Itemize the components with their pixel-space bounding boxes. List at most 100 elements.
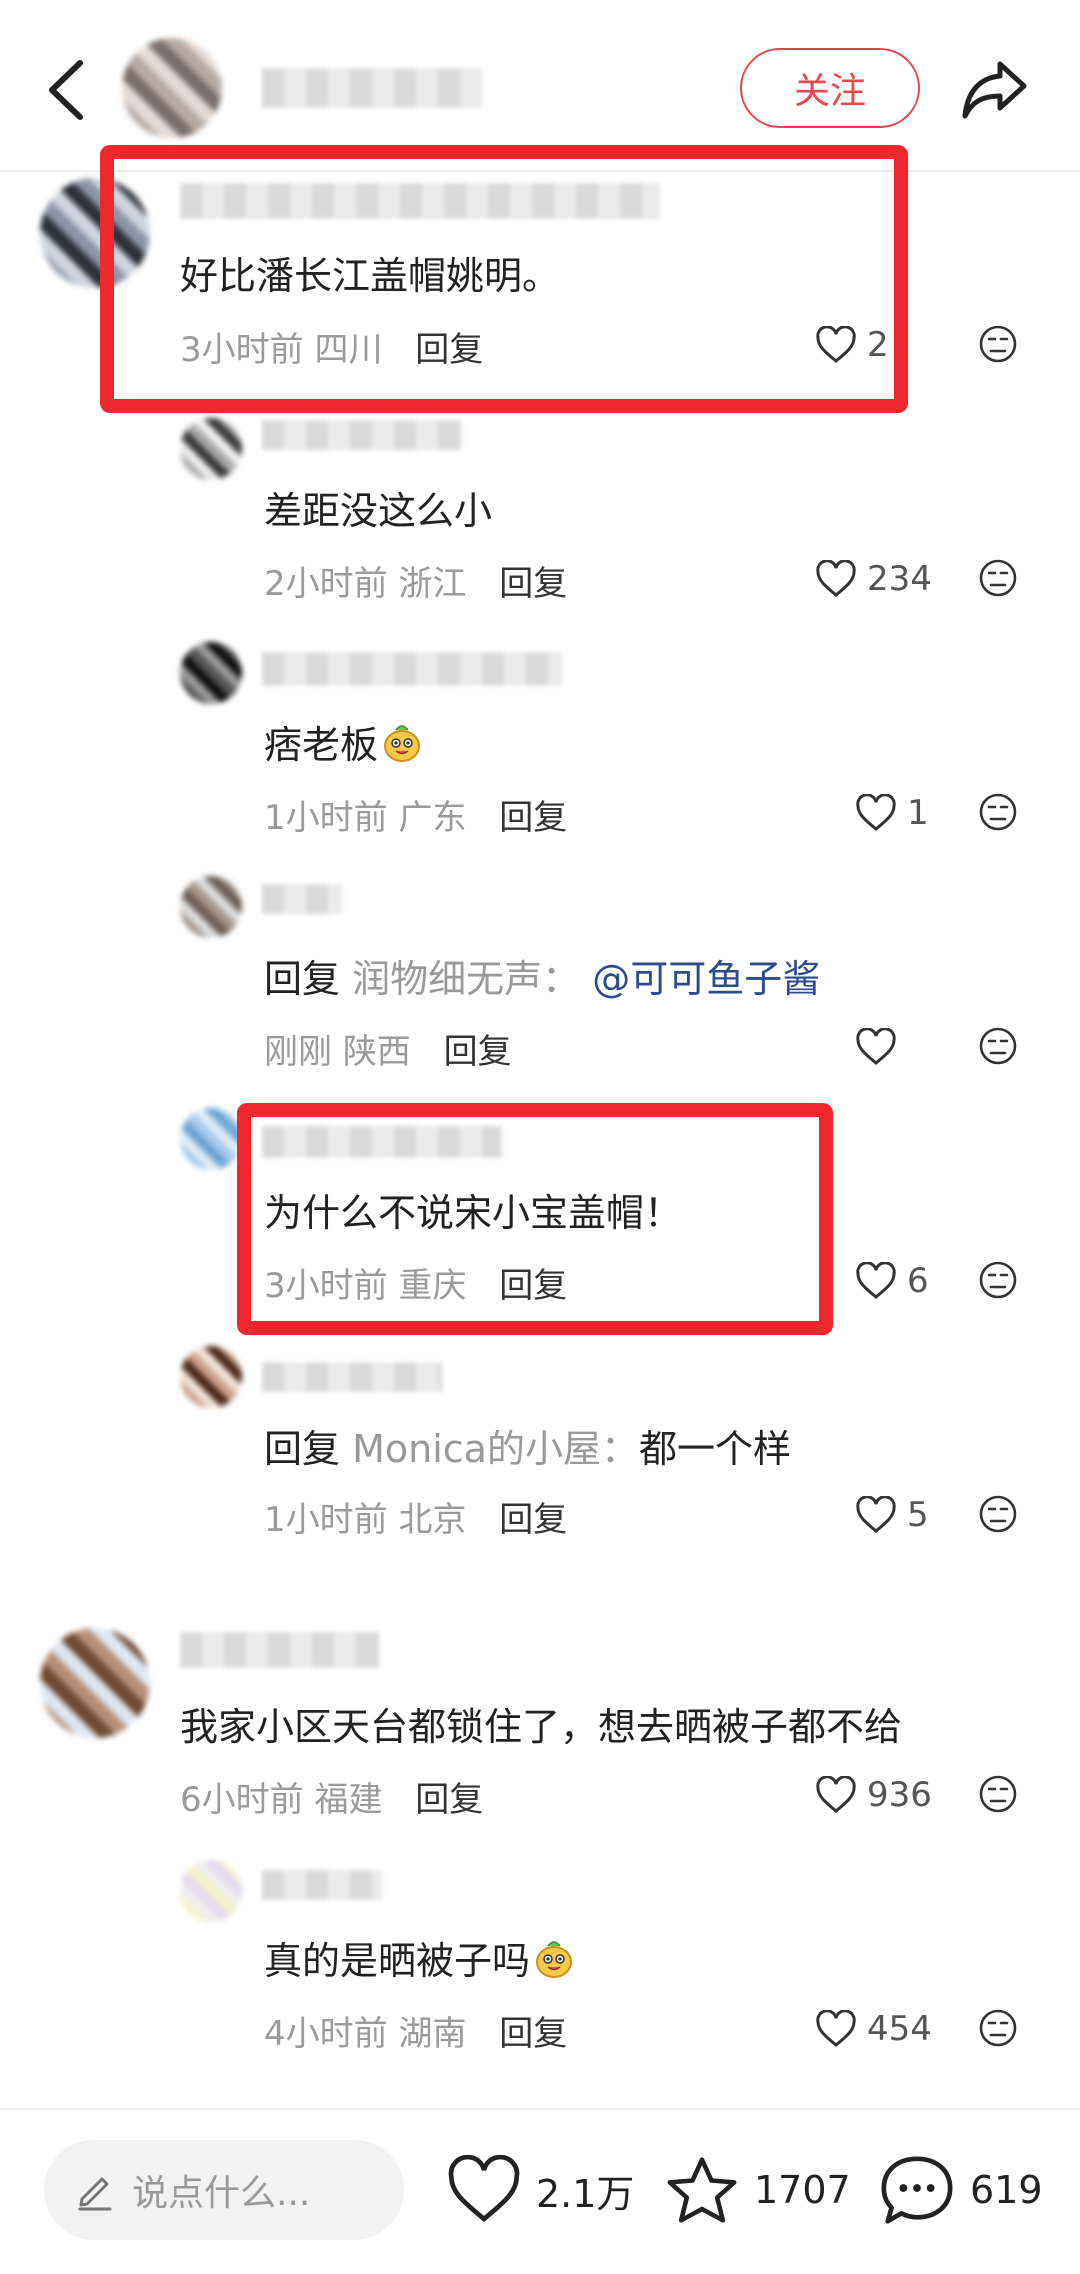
share-icon[interactable]: [960, 58, 1028, 120]
comment-body: 都一个样: [638, 1427, 791, 1471]
heart-icon: [816, 1776, 856, 1813]
author-avatar[interactable]: [122, 38, 222, 138]
comment-location: 浙江: [398, 564, 467, 604]
heart-icon: [856, 1028, 896, 1065]
username[interactable]: [262, 884, 342, 914]
heart-icon: [856, 794, 896, 831]
favorite-button[interactable]: 1707: [664, 2148, 851, 2232]
comment-text: 痞老板: [264, 714, 424, 769]
comment-time: 6小时前: [180, 1780, 304, 1820]
like-button[interactable]: 936: [815, 1770, 932, 1820]
comment-location: 湖南: [398, 2014, 467, 2054]
comment-body: 真的是晒被子吗: [264, 1939, 531, 1983]
sponge-emoji-icon: [536, 1941, 573, 1978]
dislike-face-icon[interactable]: [978, 2008, 1018, 2048]
reply-prefix: 回复: [264, 957, 341, 1001]
username[interactable]: [262, 652, 562, 686]
reply-to-user[interactable]: Monica的小屋：: [352, 1427, 639, 1471]
avatar[interactable]: [180, 642, 242, 704]
like-button[interactable]: 1: [855, 788, 929, 838]
comment-location: 北京: [398, 1500, 467, 1540]
comment-time: 4小时前: [264, 2014, 388, 2054]
username[interactable]: [262, 1870, 382, 1900]
like-button[interactable]: 5: [855, 1490, 929, 1540]
comment-input-placeholder: 说点什么...: [132, 2173, 311, 2214]
reply-button[interactable]: 回复: [499, 1500, 567, 1540]
heart-icon: [816, 560, 856, 597]
follow-button[interactable]: 关注: [740, 48, 920, 128]
comment-meta: 6小时前 福建 回复: [180, 1772, 483, 1821]
dislike-face-icon[interactable]: [978, 558, 1018, 598]
comment-meta: 4小时前 湖南 回复: [264, 2006, 567, 2055]
heart-icon: [856, 1262, 896, 1299]
reply-button[interactable]: 回复: [499, 564, 567, 604]
comment-body: 痞老板: [264, 723, 379, 767]
comment-location: 广东: [398, 798, 467, 838]
heart-icon: [448, 2155, 520, 2222]
comment-text: 回复 Monica的小屋：都一个样: [264, 1418, 791, 1473]
comment-meta: 1小时前 广东 回复: [264, 790, 567, 839]
avatar[interactable]: [180, 1860, 242, 1922]
comment-button[interactable]: 619: [878, 2148, 1043, 2232]
like-count: 2.1万: [536, 2171, 635, 2216]
comment-text: 我家小区天台都锁住了，想去晒被子都不给: [180, 1705, 903, 1749]
like-count: 5: [907, 1495, 929, 1535]
dislike-face-icon[interactable]: [978, 1774, 1018, 1814]
like-button[interactable]: [855, 1022, 907, 1072]
comment-time: 2小时前: [264, 564, 388, 604]
like-count: 1: [907, 793, 929, 833]
comment-location: 陕西: [342, 1032, 411, 1072]
dislike-face-icon[interactable]: [978, 1026, 1018, 1066]
heart-icon: [816, 2010, 856, 2047]
comment-time: 1小时前: [264, 798, 388, 838]
author-name[interactable]: [262, 68, 482, 108]
reply-button[interactable]: 回复: [415, 1780, 483, 1820]
highlight-box: [100, 145, 908, 413]
reply-prefix: 回复: [264, 1427, 341, 1471]
like-post-button[interactable]: 2.1万: [446, 2148, 634, 2232]
username[interactable]: [262, 420, 462, 450]
comment-location: 福建: [314, 1780, 383, 1820]
dislike-face-icon[interactable]: [978, 792, 1018, 832]
bottom-action-bar: 说点什么... 2.1万 1707 619: [0, 2108, 1080, 2274]
comment-count: 619: [970, 2168, 1043, 2212]
pencil-icon: [78, 2177, 112, 2211]
avatar[interactable]: [180, 1346, 242, 1408]
comment-meta: 2小时前 浙江 回复: [264, 556, 567, 605]
highlight-box: [237, 1103, 833, 1335]
comment-meta: 刚刚 陕西 回复: [264, 1024, 512, 1073]
reply-to-user[interactable]: 润物细无声：: [352, 957, 580, 1001]
sponge-emoji-icon: [384, 725, 421, 762]
comment-meta: 1小时前 北京 回复: [264, 1492, 567, 1541]
comment-time: 1小时前: [264, 1500, 388, 1540]
comment-bubble-icon: [881, 2156, 953, 2224]
dislike-face-icon[interactable]: [978, 324, 1018, 364]
avatar[interactable]: [180, 876, 242, 938]
like-button[interactable]: 6: [855, 1256, 929, 1306]
dislike-face-icon[interactable]: [978, 1260, 1018, 1300]
username[interactable]: [262, 1362, 442, 1392]
back-arrow-icon[interactable]: [40, 55, 100, 125]
mention-link[interactable]: @可可鱼子酱: [592, 957, 820, 1001]
reply-button[interactable]: 回复: [499, 798, 567, 838]
dislike-face-icon[interactable]: [978, 1494, 1018, 1534]
avatar[interactable]: [40, 1628, 150, 1738]
like-count: 6: [907, 1261, 929, 1301]
reply-button[interactable]: 回复: [499, 2014, 567, 2054]
reply-button[interactable]: 回复: [444, 1032, 512, 1072]
comment-input[interactable]: 说点什么...: [44, 2140, 404, 2240]
avatar[interactable]: [180, 1108, 242, 1170]
like-count: 936: [867, 1775, 932, 1815]
like-button[interactable]: 234: [815, 554, 932, 604]
like-count: 454: [867, 2009, 932, 2049]
comment-time: 刚刚: [264, 1032, 332, 1072]
like-count: 234: [867, 559, 932, 599]
heart-icon: [856, 1496, 896, 1533]
comment-text: 差距没这么小: [264, 489, 493, 533]
comment-text: 真的是晒被子吗: [264, 1930, 576, 1985]
star-icon: [667, 2157, 737, 2223]
favorite-count: 1707: [754, 2168, 851, 2212]
username[interactable]: [180, 1632, 380, 1668]
avatar[interactable]: [180, 418, 242, 480]
like-button[interactable]: 454: [815, 2004, 932, 2054]
